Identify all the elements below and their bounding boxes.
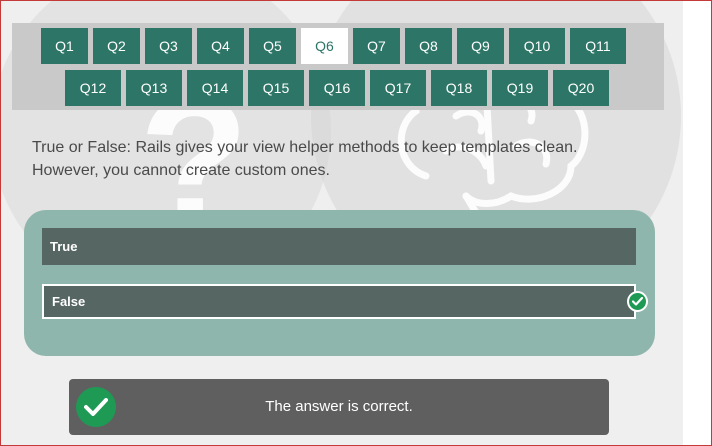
- question-button-q1[interactable]: Q1: [41, 28, 88, 64]
- question-line-2: However, you cannot create custom ones.: [32, 162, 330, 179]
- option-false[interactable]: False: [42, 284, 636, 319]
- question-button-q13[interactable]: Q13: [126, 70, 182, 106]
- result-banner: The answer is correct.: [69, 379, 609, 435]
- question-button-q9[interactable]: Q9: [457, 28, 504, 64]
- answer-options: True False: [24, 210, 655, 356]
- question-button-q10[interactable]: Q10: [509, 28, 565, 64]
- quiz-panel: ? Q1 Q2 Q3 Q4 Q5 Q6 Q7 Q8 Q9 Q10 Q11 Q12: [1, 1, 683, 445]
- check-circle-icon: [627, 291, 648, 312]
- question-line-1: True or False: Rails gives your view hel…: [32, 139, 578, 156]
- question-button-q12[interactable]: Q12: [65, 70, 121, 106]
- question-text: True or False: Rails gives your view hel…: [32, 136, 652, 182]
- result-message: The answer is correct.: [265, 398, 413, 415]
- question-button-q19[interactable]: Q19: [492, 70, 548, 106]
- scrollbar-area: [683, 1, 710, 445]
- question-row-2: Q12 Q13 Q14 Q15 Q16 Q17 Q18 Q19 Q20: [65, 70, 609, 106]
- question-button-q15[interactable]: Q15: [248, 70, 304, 106]
- question-button-q7[interactable]: Q7: [353, 28, 400, 64]
- option-true[interactable]: True: [42, 228, 636, 265]
- question-button-q14[interactable]: Q14: [187, 70, 243, 106]
- question-navigator: Q1 Q2 Q3 Q4 Q5 Q6 Q7 Q8 Q9 Q10 Q11 Q12 Q…: [12, 23, 664, 110]
- question-button-q8[interactable]: Q8: [405, 28, 452, 64]
- question-button-q17[interactable]: Q17: [370, 70, 426, 106]
- question-button-q3[interactable]: Q3: [145, 28, 192, 64]
- question-button-q5[interactable]: Q5: [249, 28, 296, 64]
- question-button-q4[interactable]: Q4: [197, 28, 244, 64]
- question-button-q6[interactable]: Q6: [301, 28, 348, 64]
- question-button-q2[interactable]: Q2: [93, 28, 140, 64]
- question-button-q18[interactable]: Q18: [431, 70, 487, 106]
- question-button-q20[interactable]: Q20: [553, 70, 609, 106]
- question-button-q11[interactable]: Q11: [570, 28, 626, 64]
- question-row-1: Q1 Q2 Q3 Q4 Q5 Q6 Q7 Q8 Q9 Q10 Q11: [41, 28, 626, 64]
- question-button-q16[interactable]: Q16: [309, 70, 365, 106]
